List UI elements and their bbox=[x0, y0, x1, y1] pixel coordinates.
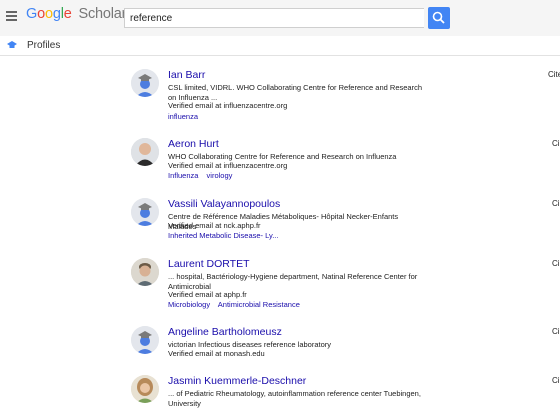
logo-scholar-text: Scholar bbox=[78, 6, 127, 22]
profile-interests: Inherited Metabolic Disease- Ly... bbox=[168, 231, 284, 240]
profile-affiliation: CSL limited, VIDRL. WHO Collaborating Ce… bbox=[168, 83, 422, 102]
interest-link[interactable]: Antimicrobial Resistance bbox=[218, 300, 300, 309]
profile-name[interactable]: Laurent DORTET bbox=[168, 258, 250, 270]
default-avatar-icon[interactable] bbox=[131, 198, 159, 226]
profile-email: Verified email at aphp.fr bbox=[168, 290, 247, 299]
cited-by-label: Ci bbox=[552, 139, 560, 148]
profile-name[interactable]: Vassili Valayannopoulos bbox=[168, 198, 280, 210]
interest-link[interactable]: influenza bbox=[168, 112, 198, 121]
top-bar: Google Scholar bbox=[0, 0, 560, 36]
cited-by-label: Ci bbox=[552, 376, 560, 385]
cited-by-label: Ci bbox=[552, 259, 560, 268]
hamburger-menu-icon[interactable] bbox=[6, 11, 17, 21]
profiles-bar: Profiles bbox=[0, 36, 560, 56]
profile-interests: Influenza virology bbox=[168, 171, 238, 180]
profile-email: Verified email at influenzacentre.org bbox=[168, 161, 288, 170]
interest-link[interactable]: Inherited Metabolic Disease- Ly... bbox=[168, 231, 278, 240]
search-input[interactable] bbox=[124, 8, 424, 28]
google-scholar-logo[interactable]: Google Scholar bbox=[26, 6, 126, 22]
profile-interests: influenza bbox=[168, 112, 204, 121]
search-button[interactable] bbox=[428, 7, 450, 29]
profile-affiliation: ... hospital, Bactériology-Hygiene depar… bbox=[168, 272, 418, 291]
logo-google-text: Google bbox=[26, 6, 72, 22]
interest-link[interactable]: virology bbox=[207, 171, 233, 180]
profile-interests: Microbiology Antimicrobial Resistance bbox=[168, 300, 306, 309]
search-icon bbox=[432, 11, 445, 24]
profile-name[interactable]: Jasmin Kuemmerle-Deschner bbox=[168, 375, 306, 387]
profile-name[interactable]: Aeron Hurt bbox=[168, 138, 219, 150]
profile-affiliation: ... of Pediatric Rheumatology, autoinfla… bbox=[168, 389, 421, 408]
profile-photo[interactable] bbox=[131, 375, 159, 403]
cited-by-label: Ci bbox=[552, 327, 560, 336]
profile-name[interactable]: Angeline Bartholomeusz bbox=[168, 326, 282, 338]
interest-link[interactable]: Influenza bbox=[168, 171, 198, 180]
profile-name[interactable]: Ian Barr bbox=[168, 69, 205, 81]
default-avatar-icon[interactable] bbox=[131, 326, 159, 354]
cited-by-label: Ci bbox=[552, 199, 560, 208]
interest-link[interactable]: Microbiology bbox=[168, 300, 210, 309]
profiles-title: Profiles bbox=[27, 40, 61, 51]
profile-email: Verified email at monash.edu bbox=[168, 349, 265, 358]
profile-email: Verified email at nck.aphp.fr bbox=[168, 221, 261, 230]
profile-photo[interactable] bbox=[131, 138, 159, 166]
graduation-cap-icon bbox=[7, 41, 17, 48]
profile-email: Verified email at influenzacentre.org bbox=[168, 101, 288, 110]
default-avatar-icon[interactable] bbox=[131, 69, 159, 97]
cited-by-label: Cite bbox=[548, 70, 560, 79]
profile-photo[interactable] bbox=[131, 258, 159, 286]
